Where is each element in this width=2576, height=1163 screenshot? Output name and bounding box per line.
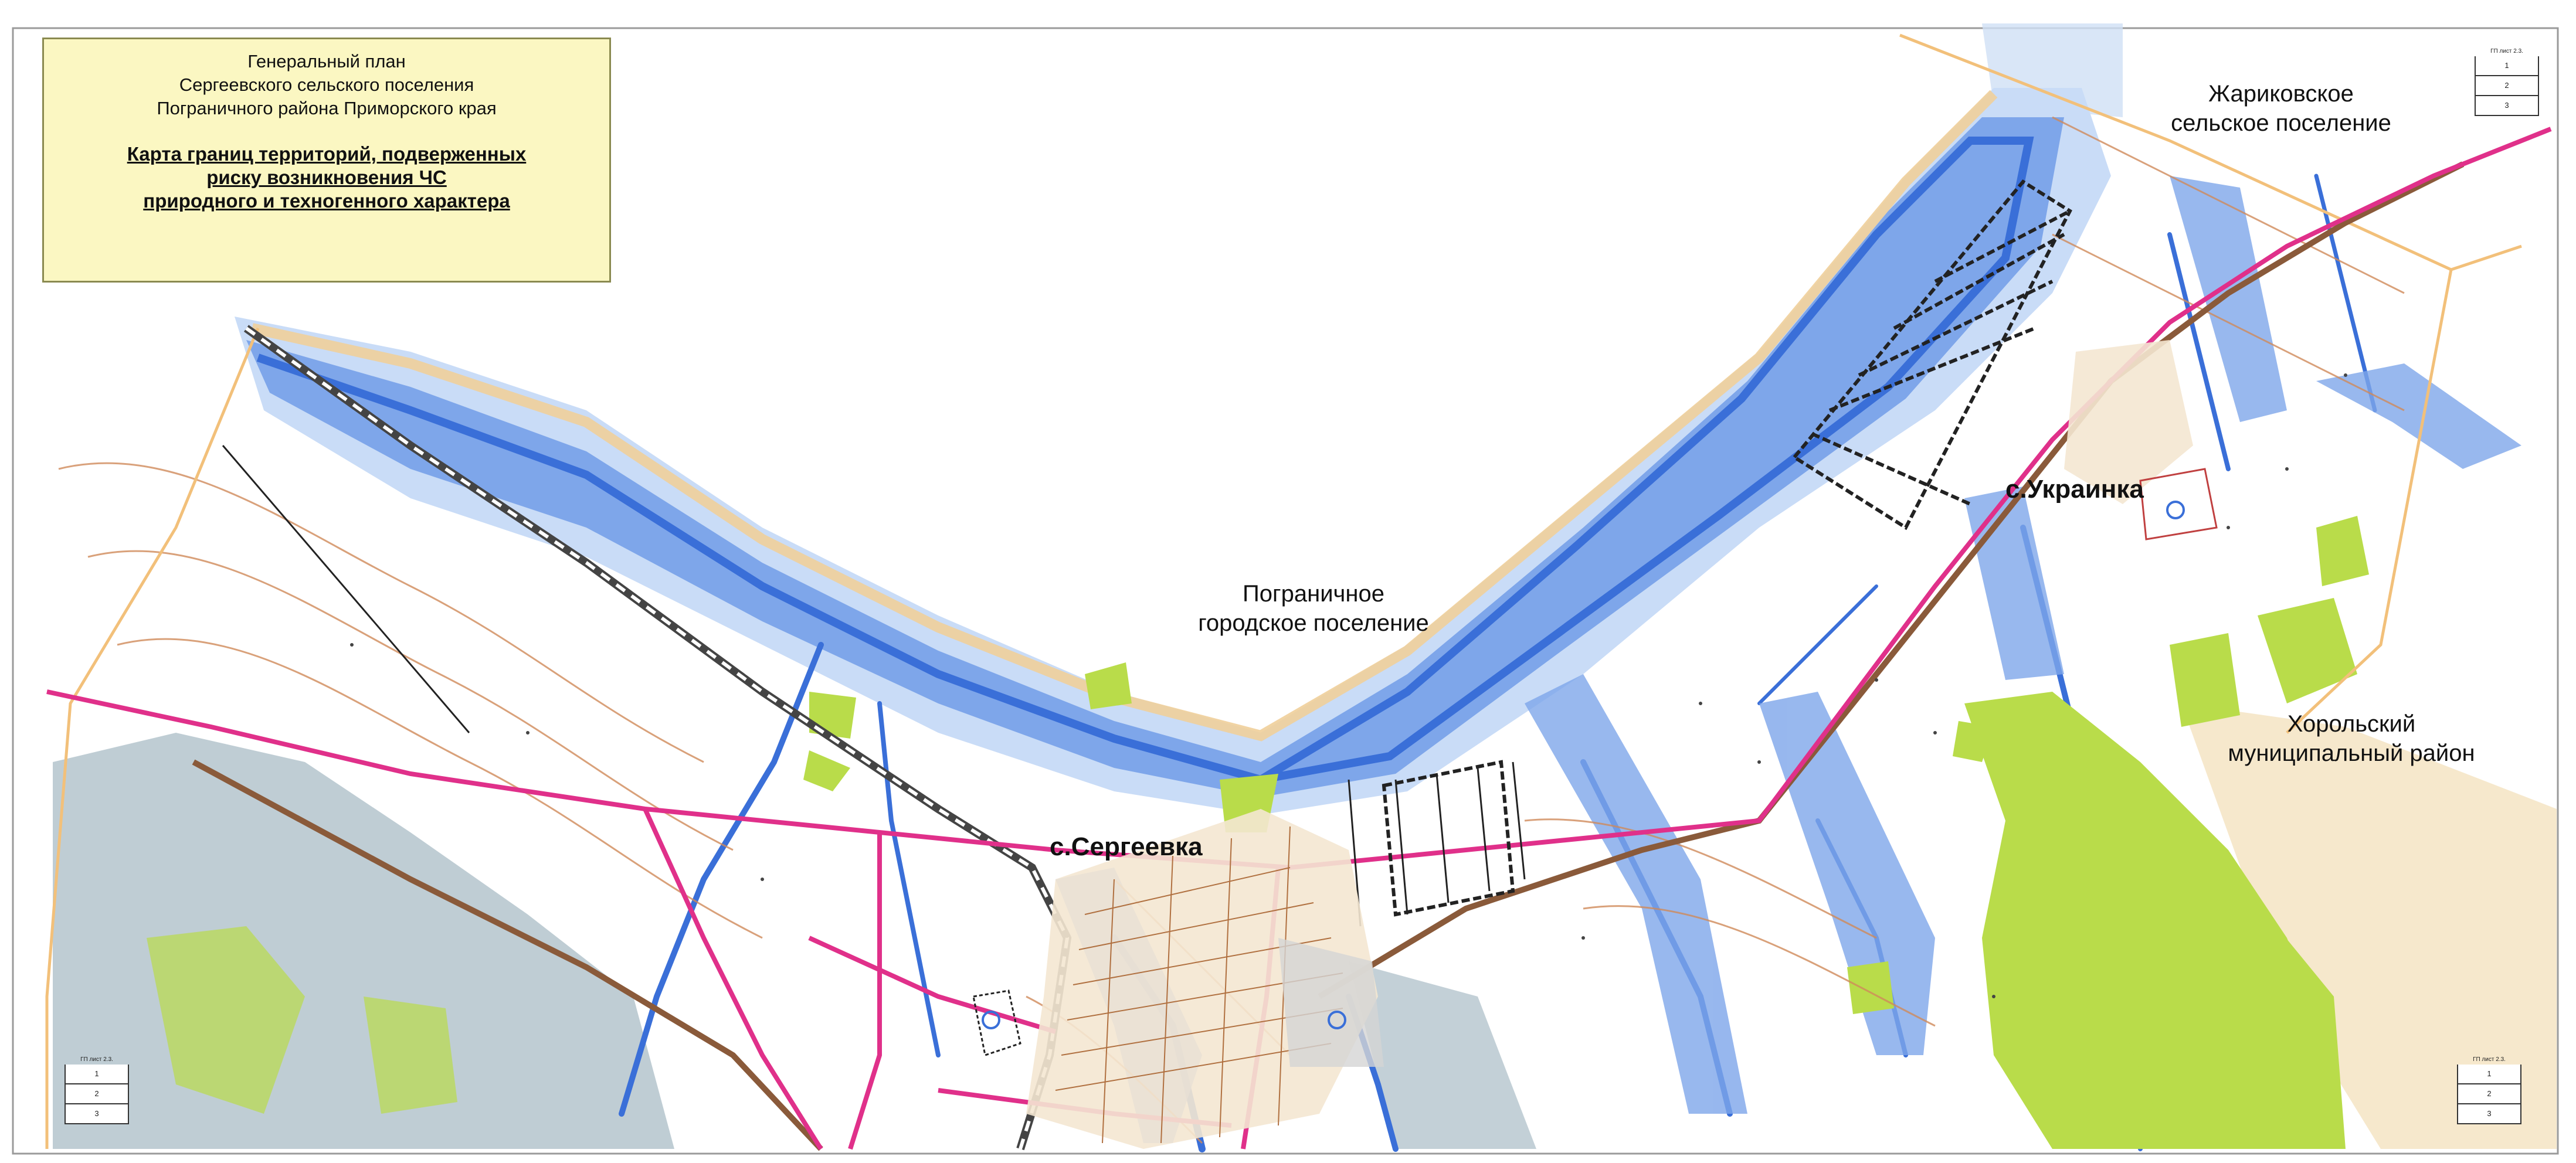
sheet-row-3: 3 <box>65 1104 129 1124</box>
subtitle-line-3: природного и техногенного характера <box>143 190 510 212</box>
sheet-row-1: 1 <box>2475 56 2539 76</box>
sheet-table-bottom-left: ГП лист 2.3. 1 2 3 <box>65 1055 129 1124</box>
sheet-row-3: 3 <box>2475 96 2539 116</box>
sheet-row-1: 1 <box>2457 1065 2521 1084</box>
sheet-table-top-right: ГП лист 2.3. 1 2 3 <box>2475 47 2539 116</box>
label-khorolsky-line-1: Хорольский <box>2287 711 2416 737</box>
label-pogranichnoe: Пограничное городское поселение <box>1185 579 1443 638</box>
sheet-row-2: 2 <box>2475 76 2539 96</box>
sheet-caption: ГП лист 2.3. <box>2490 48 2523 55</box>
sheet-row-1: 1 <box>65 1065 129 1084</box>
sheet-row-2: 2 <box>65 1084 129 1104</box>
sheet-row-2: 2 <box>2457 1084 2521 1104</box>
title-line-2: Сергеевского сельского поселения <box>179 74 474 95</box>
label-pogranichnoe-line-1: Пограничное <box>1243 581 1384 607</box>
sheet-caption: ГП лист 2.3. <box>80 1056 113 1063</box>
label-khorolsky: Хорольский муниципальный район <box>2217 709 2486 768</box>
sheet-caption: ГП лист 2.3. <box>2473 1056 2506 1063</box>
label-ukrainka: с.Украинка <box>2005 475 2144 504</box>
title-line-3: Пограничного района Приморского края <box>157 98 497 118</box>
label-khorolsky-line-2: муниципальный район <box>2228 740 2475 766</box>
sheet-table-bottom-right: ГП лист 2.3. 1 2 3 <box>2457 1055 2521 1124</box>
label-zharikovskoe-line-1: Жариковское <box>2208 81 2354 107</box>
title-line-1: Генеральный план <box>247 51 406 72</box>
sheet-row-3: 3 <box>2457 1104 2521 1124</box>
title-box: Генеральный план Сергеевского сельского … <box>42 38 611 283</box>
label-sergeevka: с.Сергеевка <box>1050 832 1203 861</box>
label-zharikovskoe: Жариковское сельское поселение <box>2164 79 2398 138</box>
subtitle-line-1: Карта границ территорий, подверженных <box>127 143 527 165</box>
subtitle-line-2: риску возникновения ЧС <box>206 166 447 188</box>
label-zharikovskoe-line-2: сельское поселение <box>2171 110 2391 136</box>
label-pogranichnoe-line-2: городское поселение <box>1198 610 1429 636</box>
